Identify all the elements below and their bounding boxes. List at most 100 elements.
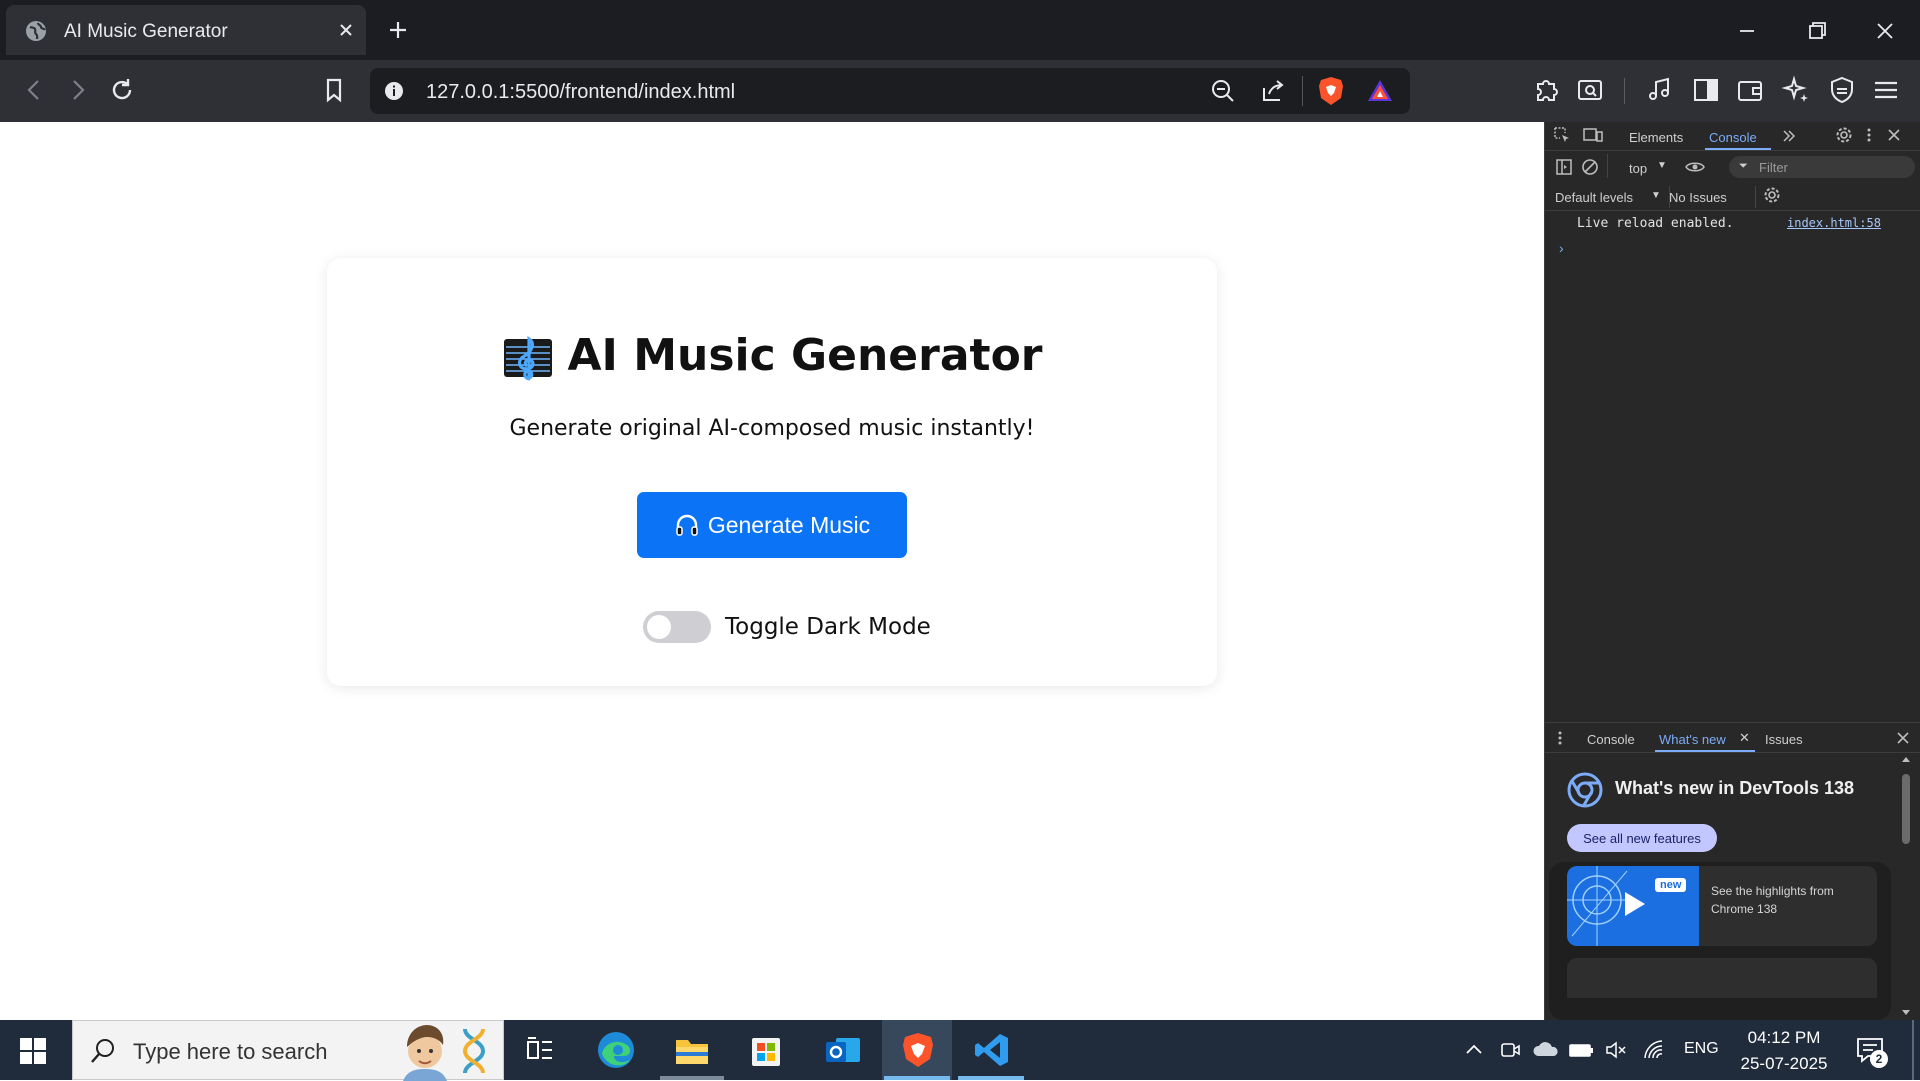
forward-icon[interactable] [62,74,94,106]
clock-time[interactable]: 04:12 PM [1744,1028,1824,1048]
back-icon[interactable] [18,74,50,106]
music-icon[interactable] [1644,74,1676,106]
taskbar-search-input[interactable]: Type here to search [72,1020,504,1081]
reload-icon[interactable] [106,74,138,106]
windows-taskbar: Type here to search ENG 04:12 PM 25-07-2… [0,1020,1920,1081]
close-window-icon[interactable] [1868,14,1902,48]
close-tab-icon[interactable] [336,20,356,40]
generate-music-button[interactable]: Generate Music [637,492,907,558]
leo-ai-icon[interactable] [1780,74,1812,106]
new-tab-button[interactable] [384,16,412,44]
close-drawer-icon[interactable] [1895,730,1911,746]
search-icon [89,1037,117,1065]
restore-icon[interactable] [1800,14,1834,48]
sidebar-icon[interactable] [1690,74,1722,106]
musical-score-icon [502,333,554,383]
address-bar[interactable]: 127.0.0.1:5500/frontend/index.html [370,68,1410,114]
drawer-menu-icon[interactable] [1557,730,1563,746]
brave-shields-icon[interactable] [1316,75,1346,107]
clear-console-icon[interactable] [1581,158,1599,176]
divider [1545,210,1920,211]
more-tabs-icon[interactable] [1781,128,1797,144]
context-selector[interactable]: top [1629,161,1647,176]
edge-icon[interactable] [596,1030,636,1070]
extensions-icon[interactable] [1530,74,1562,106]
zoom-out-icon[interactable] [1210,78,1236,104]
console-settings-icon[interactable] [1763,186,1781,204]
inspect-element-icon[interactable] [1553,126,1571,144]
close-whats-new-icon[interactable]: ✕ [1739,730,1750,746]
app-card: AI Music Generator Generate original AI-… [327,258,1217,686]
tab-strip: AI Music Generator [0,0,1920,60]
close-devtools-icon[interactable] [1885,126,1903,144]
show-hidden-icons-chevron-icon[interactable] [1462,1038,1486,1062]
dark-mode-toggle[interactable] [643,611,711,643]
context-dropdown-icon: ▼ [1657,160,1667,171]
divider [1545,722,1920,723]
onedrive-icon[interactable] [1532,1038,1558,1062]
console-filter-input[interactable]: ⏷ Filter [1729,156,1915,178]
whats-new-title: What's new in DevTools 138 [1615,778,1855,798]
devtools-panel: Elements Console top ▼ ⏷ Filter Default … [1544,122,1920,1020]
tab-elements[interactable]: Elements [1629,130,1683,145]
browser-tab[interactable]: AI Music Generator [6,5,366,55]
minimize-icon[interactable] [1730,14,1764,48]
tab-console[interactable]: Console [1709,130,1757,145]
divider [1302,76,1303,106]
video-card-text: See the highlights from Chrome 138 [1711,884,1834,916]
console-prompt-icon[interactable]: › [1559,240,1564,256]
divider [1624,78,1625,104]
more-options-icon[interactable] [1865,126,1873,144]
drawer-tab-issues[interactable]: Issues [1765,732,1803,747]
file-explorer-icon[interactable] [672,1030,712,1070]
live-expression-eye-icon[interactable] [1685,158,1705,176]
sidebar-toggle-icon[interactable] [1555,158,1573,176]
windows-start-icon[interactable] [20,1038,46,1064]
new-badge: new [1655,878,1687,892]
chrome-devtools-logo-icon [1567,772,1603,808]
drawer-tab-console[interactable]: Console [1587,732,1635,747]
show-desktop-button[interactable] [1912,1020,1914,1080]
reader-icon[interactable] [1574,74,1606,106]
log-levels-dropdown[interactable]: Default levels [1555,190,1633,205]
toggle-knob [647,615,671,639]
drawer-tab-whats-new[interactable]: What's new [1659,732,1726,747]
microsoft-store-icon[interactable] [746,1030,786,1070]
taskbar-open-indicator [660,1076,724,1080]
whats-new-next-card[interactable] [1567,958,1877,998]
page-subtitle: Generate original AI-composed music inst… [509,416,1035,441]
notifications-icon[interactable]: 2 [1854,1034,1888,1068]
divider [1545,752,1920,753]
settings-gear-icon[interactable] [1835,126,1853,144]
task-view-icon[interactable] [520,1030,560,1070]
share-icon[interactable] [1260,78,1286,104]
console-log-source-link[interactable]: index.html:58 [1787,216,1881,230]
device-toolbar-icon[interactable] [1583,126,1603,144]
see-all-features-button[interactable]: See all new features [1567,824,1717,852]
vscode-icon[interactable] [972,1030,1012,1070]
site-info-icon[interactable] [384,81,404,101]
input-language[interactable]: ENG [1684,1040,1719,1058]
generate-music-label: Generate Music [707,511,871,538]
wallet-icon[interactable] [1734,74,1766,106]
vpn-icon[interactable] [1826,74,1858,106]
bookmark-icon[interactable] [318,74,350,106]
globe-icon [24,19,48,43]
notification-count-badge: 2 [1870,1050,1888,1068]
devtools-drawer: Console What's new ✕ Issues What's new i… [1545,722,1920,1020]
issues-count[interactable]: No Issues [1669,190,1727,205]
brave-browser-icon[interactable] [898,1030,938,1070]
menu-icon[interactable] [1870,74,1902,106]
meet-now-icon[interactable] [1498,1038,1522,1062]
wifi-icon[interactable] [1642,1038,1666,1062]
url-text: 127.0.0.1:5500/frontend/index.html [426,81,736,103]
clock-date[interactable]: 25-07-2025 [1734,1054,1834,1074]
console-log-message: Live reload enabled. [1577,216,1734,231]
browser-toolbar: 127.0.0.1:5500/frontend/index.html [0,60,1920,122]
battery-icon[interactable] [1568,1038,1593,1062]
volume-muted-icon[interactable] [1604,1038,1628,1062]
brave-rewards-icon[interactable] [1366,77,1394,105]
whats-new-video-card[interactable]: new See the highlights from Chrome 138 [1567,866,1877,946]
outlook-icon[interactable] [822,1030,862,1070]
drawer-scrollbar[interactable] [1899,752,1913,1020]
